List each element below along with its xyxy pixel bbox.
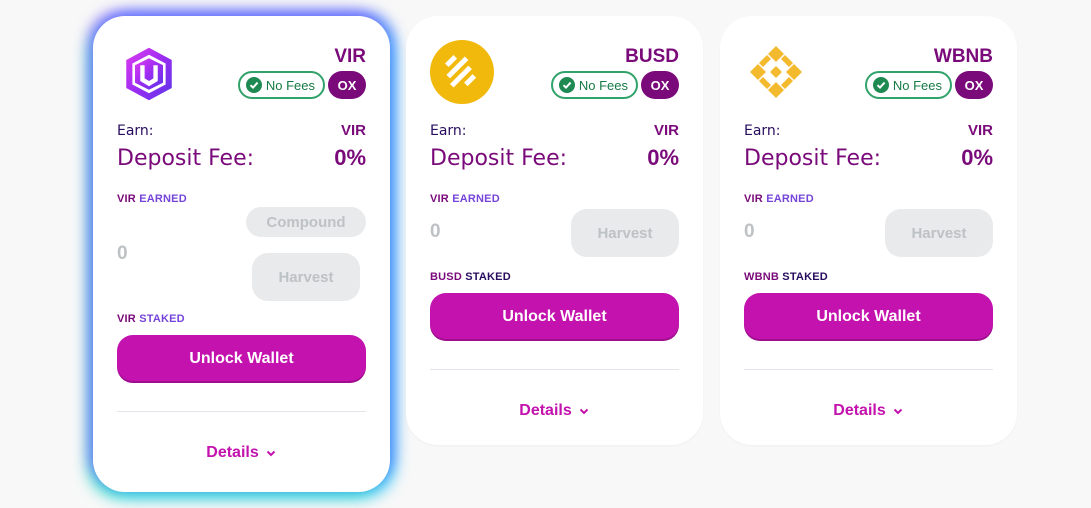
ox-badge: OX <box>641 71 679 99</box>
busd-coin-icon <box>430 40 494 104</box>
pair-name: VIR <box>334 46 366 67</box>
deposit-fee-label: Deposit Fee: <box>117 146 255 171</box>
staked-label: VIR STAKED <box>117 313 185 325</box>
no-fees-label: No Fees <box>892 77 942 93</box>
details-label: Details <box>519 402 572 419</box>
earn-value: VIR <box>967 122 993 139</box>
chevron-down-icon <box>893 408 902 415</box>
earned-label: VIR EARNED <box>117 193 187 205</box>
unlock-wallet-button[interactable]: Unlock Wallet <box>744 293 993 341</box>
ox-badge: OX <box>955 71 993 99</box>
verified-check-icon <box>245 77 262 93</box>
pair-name: BUSD <box>625 46 679 67</box>
verified-check-icon <box>558 77 575 93</box>
details-label: Details <box>206 444 259 461</box>
deposit-fee-value: 0% <box>334 145 366 170</box>
verified-check-icon <box>872 77 889 93</box>
card-header: VIR No Fees OX <box>117 40 366 104</box>
unlock-wallet-button[interactable]: Unlock Wallet <box>430 293 679 341</box>
vir-hexagon-icon <box>126 47 172 101</box>
compound-button[interactable]: Compound <box>246 207 366 237</box>
earned-label: VIR EARNED <box>430 193 500 205</box>
card-header: BUSD No Fees OX <box>430 40 679 104</box>
staked-label: BUSD STAKED <box>430 271 511 283</box>
harvest-button[interactable]: Harvest <box>885 209 993 257</box>
bnb-logo-icon <box>750 46 802 98</box>
details-toggle[interactable]: Details <box>117 444 366 462</box>
no-fees-badge: No Fees <box>864 71 952 99</box>
pair-name: WBNB <box>933 46 993 67</box>
chevron-down-icon <box>266 450 275 457</box>
divider <box>744 369 993 370</box>
farm-card-wbnb: WBNB No Fees OX Earn: VIR Deposit Fee: 0… <box>720 16 1017 445</box>
staked-label: WBNB STAKED <box>744 271 828 283</box>
earn-label: Earn: <box>117 123 154 139</box>
no-fees-badge: No Fees <box>550 71 638 99</box>
deposit-fee-value: 0% <box>647 145 679 170</box>
no-fees-label: No Fees <box>265 77 315 93</box>
deposit-fee-value: 0% <box>961 145 993 170</box>
earned-value: 0 <box>744 221 755 242</box>
divider <box>430 369 679 370</box>
earn-value: VIR <box>340 122 366 139</box>
deposit-fee-label: Deposit Fee: <box>430 146 568 171</box>
ox-badge: OX <box>328 71 366 99</box>
details-toggle[interactable]: Details <box>744 402 993 420</box>
earned-value: 0 <box>430 221 441 242</box>
earned-label: VIR EARNED <box>744 193 814 205</box>
earn-label: Earn: <box>744 123 781 139</box>
card-header: WBNB No Fees OX <box>744 40 993 104</box>
details-label: Details <box>833 402 886 419</box>
divider <box>117 411 366 412</box>
earned-value: 0 <box>117 243 128 264</box>
no-fees-label: No Fees <box>578 77 628 93</box>
earn-label: Earn: <box>430 123 467 139</box>
harvest-button[interactable]: Harvest <box>571 209 679 257</box>
earn-value: VIR <box>653 122 679 139</box>
harvest-button[interactable]: Harvest <box>252 253 360 301</box>
deposit-fee-label: Deposit Fee: <box>744 146 882 171</box>
chevron-down-icon <box>579 408 588 415</box>
farm-card-vir: VIR No Fees OX Earn: VIR Deposit Fee: 0%… <box>93 16 390 492</box>
unlock-wallet-button[interactable]: Unlock Wallet <box>117 335 366 383</box>
details-toggle[interactable]: Details <box>430 402 679 420</box>
farm-card-busd: BUSD No Fees OX Earn: VIR Deposit Fee: 0… <box>406 16 703 445</box>
no-fees-badge: No Fees <box>237 71 325 99</box>
